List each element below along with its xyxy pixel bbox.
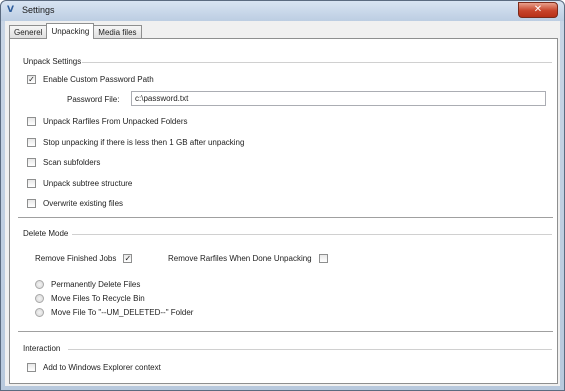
section-separator bbox=[18, 331, 553, 333]
remove-rarfiles-row[interactable]: Remove Rarfiles When Done Unpacking bbox=[168, 252, 335, 264]
unpack-settings-title: Unpack Settings bbox=[23, 57, 82, 66]
remove-finished-checkbox[interactable]: ✓ bbox=[123, 253, 133, 263]
enable-custom-password-label: Enable Custom Password Path bbox=[43, 74, 154, 84]
window-title: Settings bbox=[22, 5, 55, 15]
recycle-bin-radio[interactable] bbox=[35, 293, 44, 303]
settings-window: V Settings ✕ Generel Unpacking Media fil… bbox=[0, 0, 565, 391]
permanently-delete-radio[interactable] bbox=[35, 279, 44, 289]
app-icon: V bbox=[7, 5, 14, 15]
overwrite-label: Overwrite existing files bbox=[43, 198, 124, 208]
interaction-title: Interaction bbox=[23, 344, 61, 353]
remove-finished-row[interactable]: Remove Finished Jobs ✓ bbox=[35, 252, 139, 264]
recycle-bin-label: Move Files To Recycle Bin bbox=[51, 293, 145, 303]
explorer-context-checkbox[interactable] bbox=[27, 362, 36, 372]
enable-custom-password-row[interactable]: ✓ Enable Custom Password Path bbox=[27, 73, 154, 85]
scan-subfolders-checkbox[interactable] bbox=[27, 157, 36, 167]
explorer-context-label: Add to Windows Explorer context bbox=[43, 362, 161, 372]
scan-subfolders-row[interactable]: Scan subfolders bbox=[27, 156, 100, 168]
delete-mode-title: Delete Mode bbox=[23, 229, 69, 238]
recycle-bin-row[interactable]: Move Files To Recycle Bin bbox=[35, 292, 145, 304]
password-file-label: Password File: bbox=[67, 95, 120, 104]
move-to-deleted-folder-radio[interactable] bbox=[35, 307, 44, 317]
stop-unpacking-row[interactable]: Stop unpacking if there is less then 1 G… bbox=[27, 136, 244, 148]
stop-unpacking-label: Stop unpacking if there is less then 1 G… bbox=[43, 137, 245, 147]
remove-rarfiles-checkbox[interactable] bbox=[318, 253, 328, 263]
explorer-context-row[interactable]: Add to Windows Explorer context bbox=[27, 361, 161, 373]
group-divider bbox=[68, 349, 552, 350]
unpack-rarfiles-label: Unpack Rarfiles From Unpacked Folders bbox=[43, 116, 188, 126]
permanently-delete-label: Permanently Delete Files bbox=[51, 279, 141, 289]
remove-rarfiles-label: Remove Rarfiles When Done Unpacking bbox=[168, 253, 312, 263]
unpack-rarfiles-checkbox[interactable] bbox=[27, 116, 36, 126]
client-area: Generel Unpacking Media files Unpack Set… bbox=[5, 21, 560, 386]
tab-generel[interactable]: Generel bbox=[9, 25, 48, 39]
unpack-subtree-row[interactable]: Unpack subtree structure bbox=[27, 177, 132, 189]
move-to-deleted-folder-row[interactable]: Move File To "--UM_DELETED--" Folder bbox=[35, 306, 193, 318]
title-bar: V Settings ✕ bbox=[1, 1, 564, 21]
scan-subfolders-label: Scan subfolders bbox=[43, 157, 101, 167]
overwrite-row[interactable]: Overwrite existing files bbox=[27, 197, 123, 209]
enable-custom-password-checkbox[interactable]: ✓ bbox=[27, 74, 36, 84]
tab-strip: Generel Unpacking Media files bbox=[9, 23, 142, 39]
unpack-subtree-label: Unpack subtree structure bbox=[43, 178, 133, 188]
section-separator bbox=[18, 217, 553, 219]
tab-media-files[interactable]: Media files bbox=[93, 25, 142, 39]
unpack-subtree-checkbox[interactable] bbox=[27, 178, 36, 188]
remove-finished-label: Remove Finished Jobs bbox=[35, 253, 117, 263]
tab-unpacking[interactable]: Unpacking bbox=[46, 23, 95, 39]
move-to-deleted-folder-label: Move File To "--UM_DELETED--" Folder bbox=[51, 307, 194, 317]
overwrite-checkbox[interactable] bbox=[27, 198, 36, 208]
close-button[interactable]: ✕ bbox=[518, 2, 558, 18]
permanently-delete-row[interactable]: Permanently Delete Files bbox=[35, 278, 140, 290]
group-divider bbox=[72, 234, 552, 235]
tab-panel-unpacking: Unpack Settings ✓ Enable Custom Password… bbox=[9, 38, 558, 384]
group-divider bbox=[82, 62, 552, 63]
stop-unpacking-checkbox[interactable] bbox=[27, 137, 36, 147]
unpack-rarfiles-row[interactable]: Unpack Rarfiles From Unpacked Folders bbox=[27, 115, 188, 127]
password-file-input[interactable]: c:\password.txt bbox=[131, 91, 546, 106]
